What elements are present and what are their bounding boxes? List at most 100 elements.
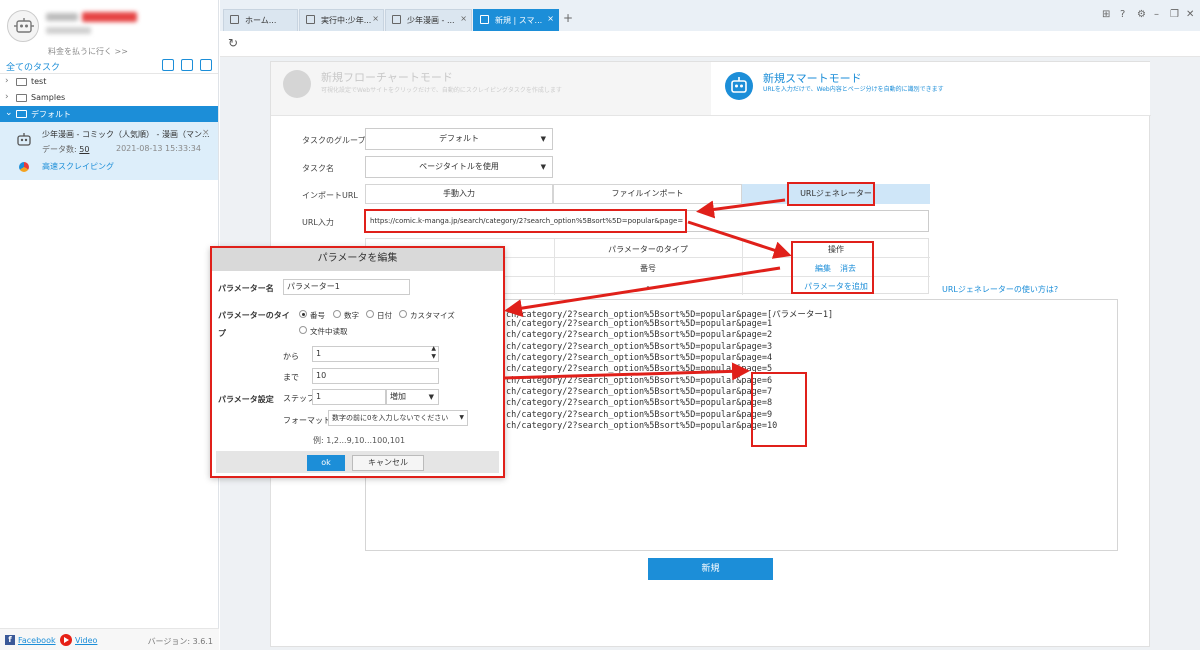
annotation-box-url-generator: [787, 182, 875, 206]
video-link[interactable]: Video: [75, 636, 97, 645]
mode-title: 新規フローチャートモード: [321, 71, 453, 84]
folder-default[interactable]: ⌄ デフォルト: [0, 106, 218, 122]
all-tasks-link[interactable]: 全てのタスク: [6, 60, 60, 73]
reload-icon[interactable]: ↻: [228, 36, 238, 50]
url-line: ch/category/2?search_option%5Bsort%5D=po…: [506, 353, 773, 363]
tasks-header: 全てのタスク: [0, 58, 218, 74]
annotation-box-url-input: [364, 209, 687, 233]
search-task-icon[interactable]: [200, 59, 212, 71]
task-title: 少年漫画 - コミック（人気順） - 漫画（マン...: [42, 130, 210, 139]
robot-icon: [725, 72, 753, 100]
close-icon[interactable]: ×: [372, 14, 379, 23]
help-icon[interactable]: ?: [1120, 9, 1125, 20]
col-param-type: パラメーターのタイプ: [608, 245, 688, 254]
import-task-icon[interactable]: [162, 59, 174, 71]
fast-scraping-label[interactable]: 高速スクレイピング: [42, 161, 114, 172]
toolbar: ↻: [220, 31, 1200, 57]
caret-down-icon: ▼: [540, 135, 546, 143]
plan-badge-redacted: [82, 12, 137, 22]
speed-icon: [19, 162, 29, 172]
close-window-icon[interactable]: ✕: [1186, 9, 1194, 20]
facebook-icon[interactable]: f: [5, 635, 15, 645]
url-line: ch/category/2?search_option%5Bsort%5D=po…: [506, 376, 773, 386]
task-count-value[interactable]: 50: [79, 145, 89, 154]
caret-down-icon: ▼: [540, 163, 546, 171]
flowchart-icon: [283, 70, 311, 98]
folder-label: Samples: [31, 93, 66, 102]
chevron-down-icon[interactable]: ⌄: [5, 108, 13, 118]
restore-icon[interactable]: ❐: [1170, 9, 1179, 20]
divider: [271, 115, 1151, 116]
url-line: ch/category/2?search_option%5Bsort%5D=po…: [506, 410, 773, 420]
mode-subtitle: URLを入力だけで、Web内容とページ分けを自動的に識別できます: [763, 86, 944, 93]
chevron-right-icon[interactable]: ›: [5, 92, 9, 102]
task-name-select[interactable]: ページタイトルを使用 ▼: [365, 156, 553, 178]
folder-label: デフォルト: [31, 110, 71, 119]
account-info-redacted: [46, 27, 91, 34]
profile-area: 料金を払うに行く >>: [0, 0, 218, 58]
folder-test[interactable]: › test: [0, 74, 218, 90]
tab-home[interactable]: ホーム...: [223, 9, 298, 31]
page-icon: [306, 15, 315, 24]
sidebar: 料金を払うに行く >> 全てのタスク › test › Samples ⌄ デフ…: [0, 0, 219, 650]
tab-running[interactable]: 実行中:少年... ×: [299, 9, 384, 31]
smart-mode-card[interactable]: 新規スマートモード URLを入力だけで、Web内容とページ分けを自動的に識別でき…: [713, 62, 1150, 115]
create-button[interactable]: 新規: [648, 558, 773, 580]
minimize-icon[interactable]: –: [1154, 9, 1159, 20]
robot-icon: [14, 18, 34, 33]
annotation-box-dialog: [210, 246, 505, 478]
tab-new-smart[interactable]: 新規 | スマ... ×: [473, 9, 559, 31]
group-value: デフォルト: [439, 134, 479, 143]
folder-icon: [16, 94, 27, 102]
folder-icon: [16, 78, 27, 86]
url-generator-help-link[interactable]: URLジェネレーターの使い方は?: [942, 284, 1058, 295]
version-label: バージョン: 3.6.1: [147, 637, 213, 646]
flowchart-mode-card[interactable]: 新規フローチャートモード 可視化設定でWebサイトをクリックだけで、自動的にスク…: [271, 62, 711, 115]
add-tab-icon[interactable]: +: [563, 11, 573, 25]
url-line: ch/category/2?search_option%5Bsort%5D=po…: [506, 387, 773, 397]
mode-subtitle: 可視化設定でWebサイトをクリックだけで、自動的にスクレイピングタスクを作成しま…: [321, 87, 562, 94]
pay-link[interactable]: 料金を払うに行く >>: [48, 46, 128, 57]
page-icon: [392, 15, 401, 24]
tab-label: 新規 | スマ...: [495, 16, 543, 25]
task-timestamp: 2021-08-13 15:33:34: [116, 144, 201, 153]
robot-icon: [17, 133, 31, 146]
group-select[interactable]: デフォルト ▼: [365, 128, 553, 150]
youtube-icon[interactable]: [60, 634, 72, 646]
tab-task[interactable]: 少年漫画 - ... ×: [385, 9, 472, 31]
facebook-link[interactable]: Facebook: [18, 636, 56, 645]
close-icon[interactable]: ×: [547, 14, 554, 23]
import-url-label: インポートURL: [302, 191, 358, 200]
tab-manual-input[interactable]: 手動入力: [365, 184, 553, 204]
url-line: ch/category/2?search_option%5Bsort%5D=po…: [506, 398, 773, 408]
tab-label: ホーム...: [245, 16, 277, 25]
tab-file-import[interactable]: ファイルインポート: [553, 184, 742, 204]
avatar[interactable]: [7, 10, 39, 42]
url-line: ch/category/2?search_option%5Bsort%5D=po…: [506, 342, 773, 352]
close-icon[interactable]: ×: [202, 128, 210, 138]
new-task-icon[interactable]: [181, 59, 193, 71]
gift-icon[interactable]: ⊞: [1102, 9, 1110, 20]
home-icon: [230, 15, 239, 24]
annotation-box-operations: [791, 241, 874, 294]
url-line: ch/category/2?search_option%5Bsort%5D=po…: [506, 364, 773, 374]
gear-icon[interactable]: ⚙: [1137, 9, 1146, 20]
tab-bar: ホーム... 実行中:少年... × 少年漫画 - ... × 新規 | スマ.…: [220, 0, 1200, 31]
task-item[interactable]: 少年漫画 - コミック（人気順） - 漫画（マン... × データ数: 50 2…: [0, 122, 218, 180]
close-icon[interactable]: ×: [460, 14, 467, 23]
url-line: ch/category/2?search_option%5Bsort%5D=po…: [506, 421, 778, 431]
folder-label: test: [31, 77, 47, 86]
url-line: ch/category/2?search_option%5Bsort%5D=po…: [506, 330, 773, 340]
task-name-label: タスク名: [302, 164, 334, 173]
chevron-right-icon[interactable]: ›: [5, 76, 9, 86]
folder-icon: [16, 110, 27, 118]
url-line: ch/category/2?search_option%5Bsort%5D=po…: [506, 319, 773, 329]
tab-label: 少年漫画 - ...: [407, 16, 455, 25]
url-input-label: URL入力: [302, 218, 334, 227]
page-icon: [480, 15, 489, 24]
task-count-label: データ数:: [42, 145, 77, 154]
cell-param-type: 番号: [640, 264, 656, 273]
folder-samples[interactable]: › Samples: [0, 90, 218, 106]
group-label: タスクのグループ: [302, 136, 366, 145]
sidebar-footer: f Facebook Video バージョン: 3.6.1: [0, 628, 219, 650]
